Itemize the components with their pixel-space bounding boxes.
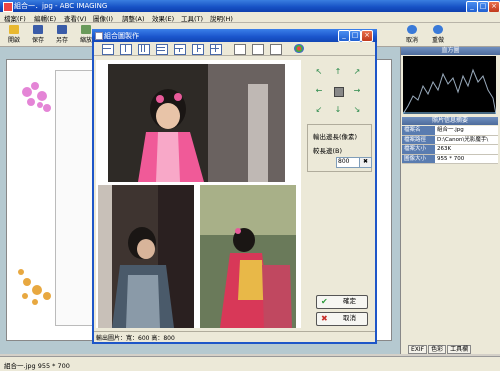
long-side-label: 較長邊(B): [313, 147, 343, 155]
collage-photo-bottom-left[interactable]: [98, 185, 194, 328]
dialog-maximize-button[interactable]: □: [349, 30, 361, 42]
info-value: 263K: [435, 145, 498, 154]
frame-tool-icon[interactable]: [252, 44, 264, 55]
info-value: D:\Canon\光影魔手\: [435, 135, 498, 144]
save-icon: [33, 25, 43, 34]
layout-two-rows-icon[interactable]: [102, 44, 114, 55]
cancel-button[interactable]: ✖ 取消: [316, 312, 368, 326]
info-key: 檔案名: [402, 126, 435, 135]
apply-size-button[interactable]: ✖: [359, 157, 372, 168]
menu-help[interactable]: 說明(H): [210, 13, 233, 23]
layout-two-cols-icon[interactable]: [120, 44, 132, 55]
layout-three-cols-icon[interactable]: [138, 44, 150, 55]
menu-file[interactable]: 檔案(F): [4, 13, 26, 23]
app-title: 組合一．jpg - ABC IMAGING: [14, 2, 108, 10]
info-row: 檔案大小 263K: [402, 145, 498, 155]
dialog-status-text: 輸出圖片：寬：600 高：800: [96, 335, 175, 342]
dialog-app-icon: [95, 32, 103, 40]
arrow-right-icon[interactable]: →: [353, 87, 361, 95]
menu-effects[interactable]: 效果(E): [152, 13, 174, 23]
dialog-close-button[interactable]: ×: [361, 30, 373, 42]
zoom-icon: [81, 25, 91, 34]
menu-tools[interactable]: 工具(T): [181, 13, 203, 23]
save-as-label: 另存: [55, 37, 68, 44]
app-title-bar: 組合一．jpg - ABC IMAGING _ □ ×: [0, 0, 500, 13]
open-label: 開啟: [7, 37, 20, 44]
histogram-graph: [402, 68, 497, 115]
layout-grid-icon[interactable]: [210, 44, 222, 55]
undo-label: 取消: [405, 37, 418, 44]
info-row: 檔案路徑 D:\Canon\光影魔手\: [402, 135, 498, 145]
info-key: 圖像大小: [402, 154, 435, 163]
arrow-down-icon[interactable]: ↓: [334, 106, 342, 114]
info-row: 檔案名 組合一.jpg: [402, 126, 498, 136]
arrow-down-right-icon[interactable]: ↘: [353, 106, 361, 114]
output-size-group: 輸出邊長(像素) 較長邊(B) 800 ✖: [307, 124, 372, 172]
collage-photo-top[interactable]: [108, 64, 285, 182]
histogram-header: 直方圖: [401, 47, 500, 55]
arrow-up-right-icon[interactable]: ↗: [353, 68, 361, 76]
layout-three-rows-icon[interactable]: [156, 44, 168, 55]
alignment-arrow-pad: ↖ ↑ ↗ ← → ↙ ↓ ↘: [313, 66, 363, 116]
crop-tool-icon[interactable]: [270, 44, 282, 55]
layout-split-left-icon[interactable]: [192, 44, 204, 55]
arrow-left-icon[interactable]: ←: [315, 87, 323, 95]
arrow-down-left-icon[interactable]: ↙: [315, 106, 323, 114]
menu-view[interactable]: 查看(V): [64, 13, 87, 23]
panel-tabs: EXIF 色彩 工具欄: [408, 345, 472, 354]
open-button[interactable]: 開啟: [2, 24, 26, 46]
arrow-up-icon[interactable]: ↑: [334, 68, 342, 76]
layout-toolbar: [94, 42, 375, 56]
status-text: 組合一.jpg 955 * 700: [4, 362, 70, 370]
ok-label: 確定: [343, 297, 356, 305]
cancel-label: 取消: [343, 314, 356, 322]
redo-icon: [433, 25, 443, 34]
dialog-title-bar: 組合圖製作 _ □ ×: [92, 29, 377, 42]
redo-button[interactable]: 重做: [426, 24, 450, 46]
dialog-title: 組合圖製作: [104, 32, 139, 40]
color-palette-icon[interactable]: [294, 44, 304, 53]
checkmark-icon: ✔: [321, 297, 328, 306]
output-size-label: 輸出邊長(像素): [313, 133, 358, 141]
info-value: 955 * 700: [435, 154, 498, 163]
tab-exif[interactable]: EXIF: [408, 345, 428, 354]
info-value: 組合一.jpg: [435, 126, 498, 135]
save-as-icon: [57, 25, 67, 34]
app-icon: [3, 2, 13, 12]
cross-icon: ✖: [321, 314, 328, 323]
collage-photo-bottom-right[interactable]: [200, 185, 296, 328]
tab-toolbar[interactable]: 工具欄: [447, 345, 472, 354]
save-label: 保存: [31, 37, 44, 44]
menu-bar: 檔案(F) 編輯(E) 查看(V) 圖像(I) 調整(A) 效果(E) 工具(T…: [0, 12, 500, 23]
ok-button[interactable]: ✔ 確定: [316, 295, 368, 309]
long-side-input[interactable]: 800: [336, 157, 361, 168]
save-button[interactable]: 保存: [26, 24, 50, 46]
folder-icon: [9, 25, 19, 34]
border-tool-icon[interactable]: [234, 44, 246, 55]
info-row: 圖像大小 955 * 700: [402, 154, 498, 164]
layout-split-top-icon[interactable]: [174, 44, 186, 55]
info-key: 檔案大小: [402, 145, 435, 154]
info-key: 檔案路徑: [402, 135, 435, 144]
photo-info-table: 檔案名 組合一.jpg 檔案路徑 D:\Canon\光影魔手\ 檔案大小 263…: [402, 126, 498, 164]
tab-color[interactable]: 色彩: [428, 345, 447, 354]
undo-button[interactable]: 取消: [400, 24, 424, 46]
status-bar: 組合一.jpg 955 * 700: [0, 356, 500, 371]
arrow-up-left-icon[interactable]: ↖: [315, 68, 323, 76]
info-header: 照片信息摘要: [402, 117, 498, 125]
arrow-center-icon[interactable]: [334, 87, 344, 97]
menu-image[interactable]: 圖像(I): [93, 13, 113, 23]
dialog-status-bar: 輸出圖片：寬：600 高：800: [94, 331, 375, 342]
undo-icon: [407, 25, 417, 34]
menu-edit[interactable]: 編輯(E): [34, 13, 56, 23]
redo-label: 重做: [431, 37, 444, 44]
save-as-button[interactable]: 另存: [50, 24, 74, 46]
menu-adjust[interactable]: 調整(A): [122, 13, 145, 23]
histogram-chart: [402, 56, 497, 115]
